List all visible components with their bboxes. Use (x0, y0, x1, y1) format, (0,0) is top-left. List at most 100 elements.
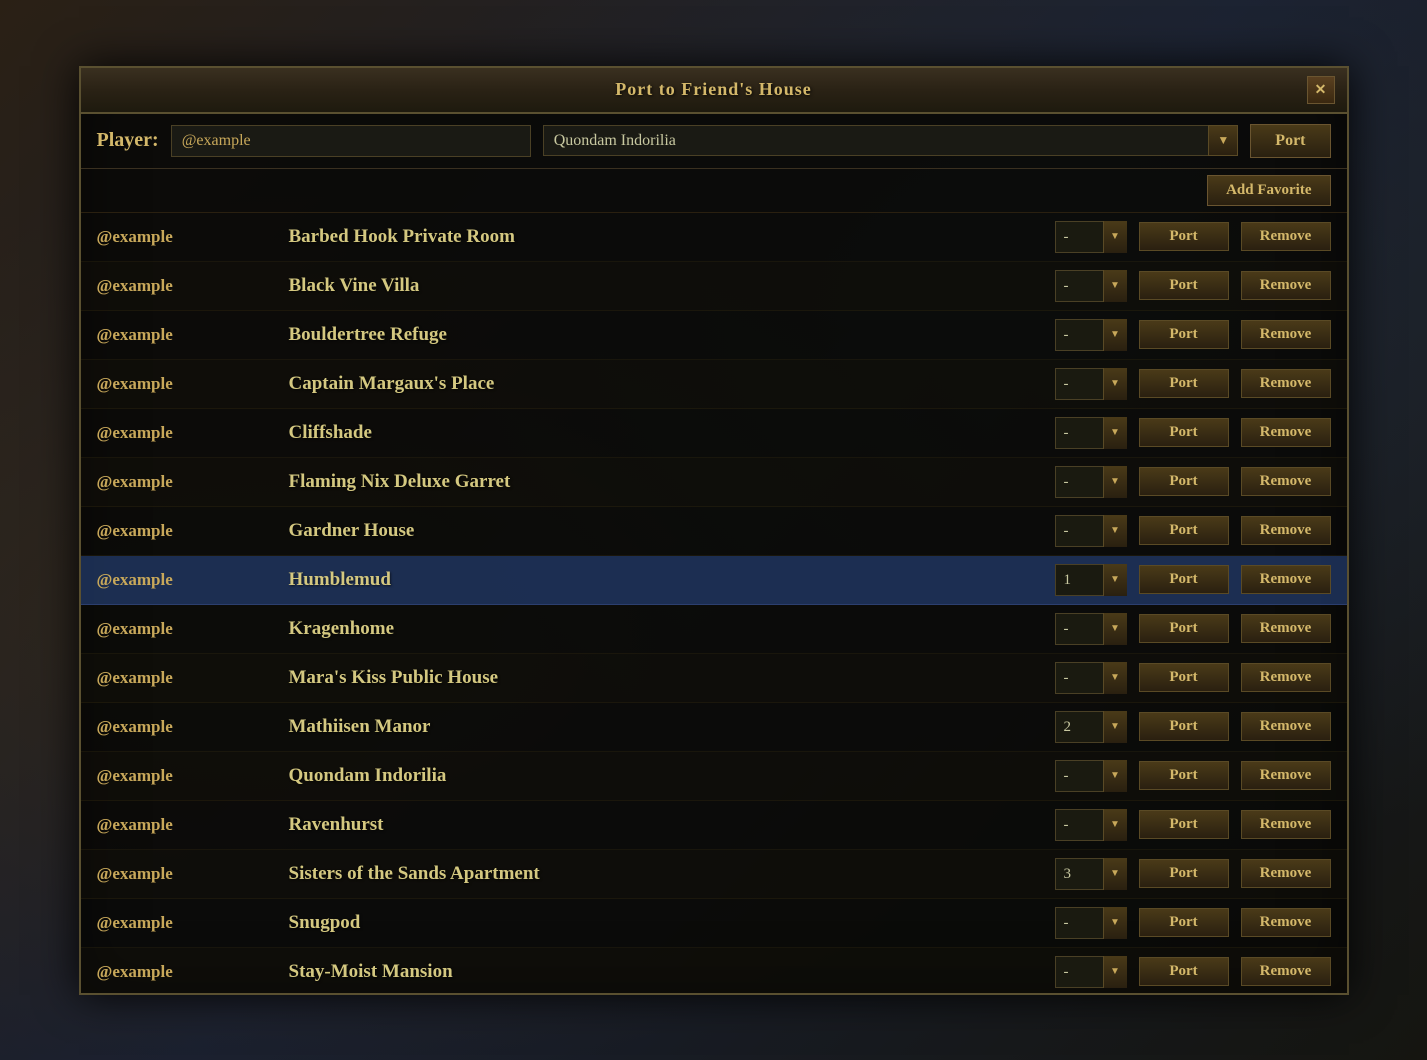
row-remove-button[interactable]: Remove (1241, 418, 1331, 447)
house-list[interactable]: @example Barbed Hook Private Room -12345▼ P… (81, 213, 1347, 993)
list-player-name: @example (97, 619, 277, 639)
num-dropdown[interactable]: -12345 (1055, 515, 1127, 547)
num-select-container: -12345▼ (1055, 809, 1127, 841)
row-remove-button[interactable]: Remove (1241, 222, 1331, 251)
num-dropdown[interactable]: -12345 (1055, 711, 1127, 743)
list-player-name: @example (97, 325, 277, 345)
row-port-button[interactable]: Port (1139, 712, 1229, 741)
row-port-button[interactable]: Port (1139, 320, 1229, 349)
list-item[interactable]: @exampleCaptain Margaux's Place-12345▼Po… (81, 360, 1347, 409)
list-player-name: @example (97, 374, 277, 394)
row-port-button[interactable]: Port (1139, 369, 1229, 398)
row-port-button[interactable]: Port (1139, 663, 1229, 692)
num-select-container: -12345▼ (1055, 417, 1127, 449)
row-port-button[interactable]: Port (1139, 565, 1229, 594)
num-dropdown[interactable]: -12345 (1055, 662, 1127, 694)
list-player-name: @example (97, 521, 277, 541)
row-remove-button[interactable]: Remove (1241, 614, 1331, 643)
row-port-button[interactable]: Port (1139, 957, 1229, 986)
close-button[interactable]: ✕ (1307, 76, 1335, 104)
list-item[interactable]: @exampleGardner House-12345▼PortRemove (81, 507, 1347, 556)
add-favorite-button[interactable]: Add Favorite (1207, 175, 1330, 206)
list-player-name: @example (97, 766, 277, 786)
num-dropdown[interactable]: -12345 (1055, 417, 1127, 449)
list-item[interactable]: @exampleQuondam Indorilia-12345▼PortRemo… (81, 752, 1347, 801)
player-input[interactable] (171, 125, 531, 157)
list-item[interactable]: @exampleBarbed Hook Private Room-12345▼P… (81, 213, 1347, 262)
list-item[interactable]: @exampleCliffshade-12345▼PortRemove (81, 409, 1347, 458)
list-house-name: Sisters of the Sands Apartment (289, 863, 1043, 885)
list-item[interactable]: @exampleFlaming Nix Deluxe Garret-12345▼… (81, 458, 1347, 507)
row-port-button[interactable]: Port (1139, 810, 1229, 839)
row-port-button[interactable]: Port (1139, 467, 1229, 496)
list-item[interactable]: @exampleMathiisen Manor-12345▼PortRemove (81, 703, 1347, 752)
num-dropdown[interactable]: -12345 (1055, 368, 1127, 400)
house-dropdown[interactable]: Quondam IndoriliaBarbed Hook Private Roo… (543, 125, 1239, 156)
row-remove-button[interactable]: Remove (1241, 908, 1331, 937)
row-port-button[interactable]: Port (1139, 418, 1229, 447)
row-remove-button[interactable]: Remove (1241, 369, 1331, 398)
num-dropdown[interactable]: -12345 (1055, 221, 1127, 253)
row-remove-button[interactable]: Remove (1241, 761, 1331, 790)
num-dropdown[interactable]: -12345 (1055, 907, 1127, 939)
list-player-name: @example (97, 962, 277, 982)
row-remove-button[interactable]: Remove (1241, 957, 1331, 986)
add-favorite-row: Add Favorite (81, 169, 1347, 213)
num-select-container: -12345▼ (1055, 221, 1127, 253)
list-item[interactable]: @exampleKragenhome-12345▼PortRemove (81, 605, 1347, 654)
list-house-name: Mara's Kiss Public House (289, 667, 1043, 689)
row-remove-button[interactable]: Remove (1241, 467, 1331, 496)
row-remove-button[interactable]: Remove (1241, 565, 1331, 594)
row-port-button[interactable]: Port (1139, 761, 1229, 790)
port-button[interactable]: Port (1250, 124, 1330, 158)
list-item[interactable]: @exampleSnugpod-12345▼PortRemove (81, 899, 1347, 948)
list-item[interactable]: @exampleHumblemud-12345▼PortRemove (81, 556, 1347, 605)
list-item[interactable]: @exampleStay-Moist Mansion-12345▼PortRem… (81, 948, 1347, 993)
num-select-container: -12345▼ (1055, 711, 1127, 743)
list-player-name: @example (97, 717, 277, 737)
num-dropdown[interactable]: -12345 (1055, 809, 1127, 841)
num-dropdown[interactable]: -12345 (1055, 319, 1127, 351)
list-house-name: Cliffshade (289, 422, 1043, 444)
row-remove-button[interactable]: Remove (1241, 320, 1331, 349)
row-remove-button[interactable]: Remove (1241, 663, 1331, 692)
list-item[interactable]: @exampleMara's Kiss Public House-12345▼P… (81, 654, 1347, 703)
row-port-button[interactable]: Port (1139, 614, 1229, 643)
num-dropdown[interactable]: -12345 (1055, 858, 1127, 890)
list-house-name: Snugpod (289, 912, 1043, 934)
row-port-button[interactable]: Port (1139, 516, 1229, 545)
num-dropdown[interactable]: -12345 (1055, 270, 1127, 302)
num-dropdown[interactable]: -12345 (1055, 613, 1127, 645)
row-port-button[interactable]: Port (1139, 222, 1229, 251)
list-item[interactable]: @exampleSisters of the Sands Apartment-1… (81, 850, 1347, 899)
list-item[interactable]: @exampleRavenhurst-12345▼PortRemove (81, 801, 1347, 850)
row-remove-button[interactable]: Remove (1241, 859, 1331, 888)
title-bar: Port to Friend's House ✕ (81, 68, 1347, 114)
list-house-name: Black Vine Villa (289, 275, 1043, 297)
num-select-container: -12345▼ (1055, 564, 1127, 596)
num-dropdown[interactable]: -12345 (1055, 466, 1127, 498)
list-player-name: @example (97, 913, 277, 933)
list-item[interactable]: @exampleBouldertree Refuge-12345▼PortRem… (81, 311, 1347, 360)
list-item[interactable]: @exampleBlack Vine Villa-12345▼PortRemov… (81, 262, 1347, 311)
num-dropdown[interactable]: -12345 (1055, 956, 1127, 988)
list-player-name: @example (97, 668, 277, 688)
num-dropdown[interactable]: -12345 (1055, 760, 1127, 792)
num-dropdown[interactable]: -12345 (1055, 564, 1127, 596)
list-house-name: Quondam Indorilia (289, 765, 1043, 787)
row-port-button[interactable]: Port (1139, 908, 1229, 937)
row-remove-button[interactable]: Remove (1241, 516, 1331, 545)
num-select-container: -12345▼ (1055, 858, 1127, 890)
row-remove-button[interactable]: Remove (1241, 810, 1331, 839)
row-remove-button[interactable]: Remove (1241, 712, 1331, 741)
row-port-button[interactable]: Port (1139, 271, 1229, 300)
row-port-button[interactable]: Port (1139, 859, 1229, 888)
row-remove-button[interactable]: Remove (1241, 271, 1331, 300)
num-select-container: -12345▼ (1055, 515, 1127, 547)
list-house-name: Barbed Hook Private Room (289, 226, 1043, 248)
num-select-container: -12345▼ (1055, 613, 1127, 645)
player-label: Player: (97, 129, 159, 152)
num-select-container: -12345▼ (1055, 466, 1127, 498)
list-player-name: @example (97, 276, 277, 296)
list-house-name: Humblemud (289, 569, 1043, 591)
